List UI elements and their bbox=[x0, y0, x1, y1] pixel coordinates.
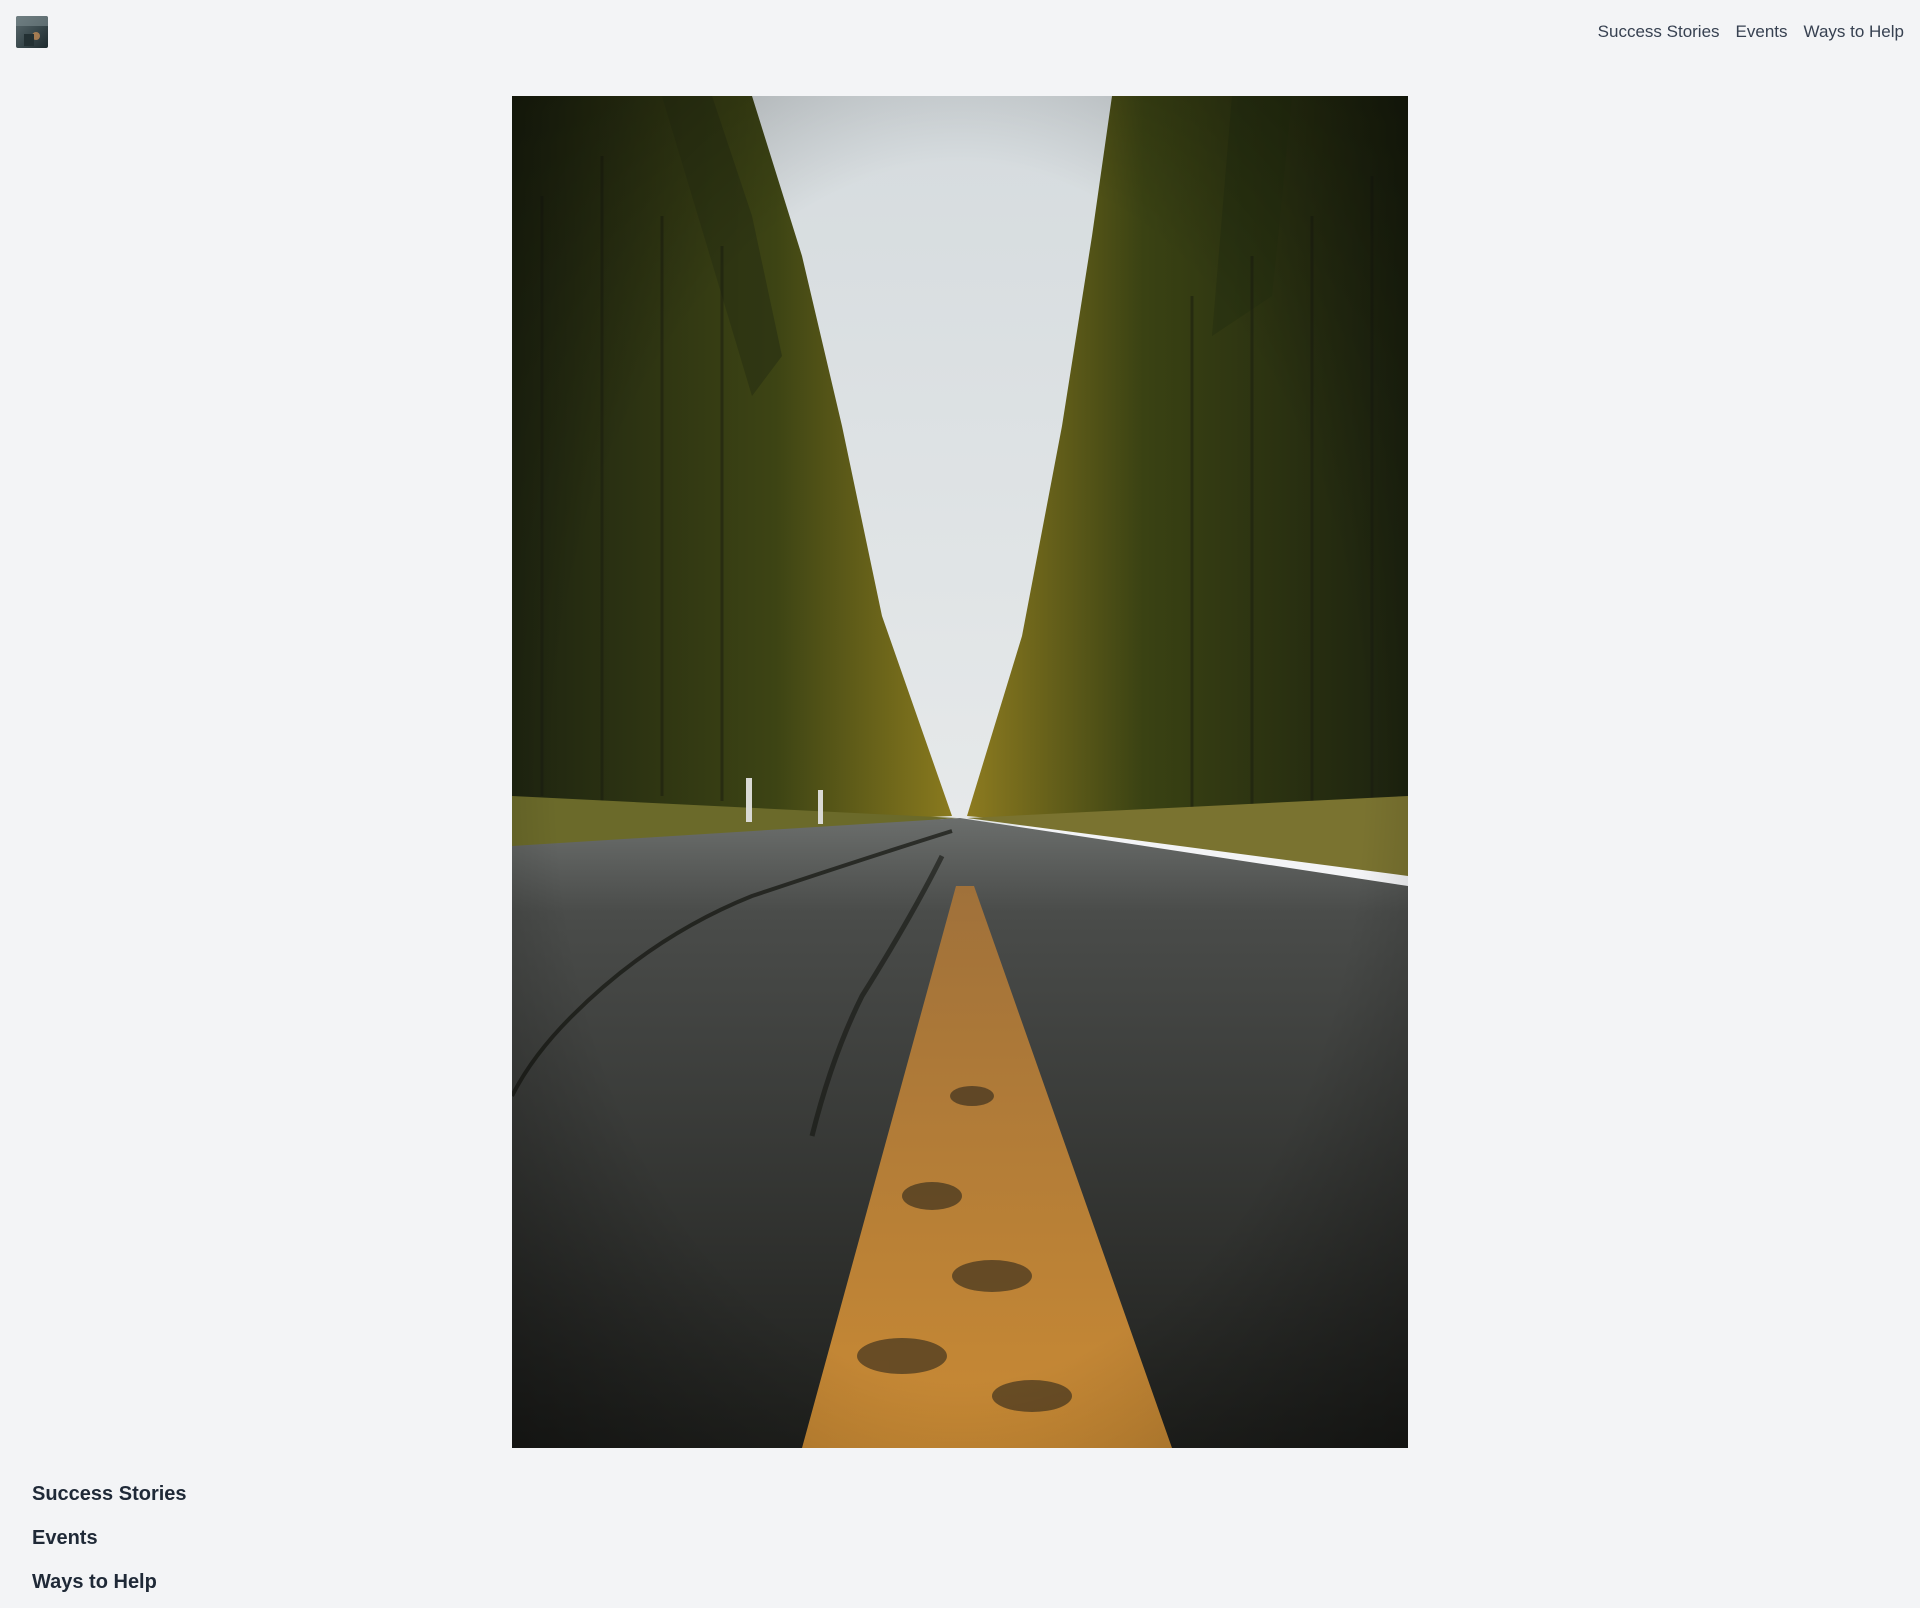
site-logo-icon[interactable] bbox=[16, 16, 48, 48]
section-heading-ways-to-help: Ways to Help bbox=[32, 1571, 157, 1593]
forest-road-photo bbox=[512, 96, 1408, 1448]
section-heading-events: Events bbox=[32, 1527, 98, 1549]
nav-link-events[interactable]: Events bbox=[1736, 22, 1788, 42]
main-nav: Success Stories Events Ways to Help bbox=[1598, 0, 1904, 64]
site-header: Success Stories Events Ways to Help bbox=[0, 0, 1920, 64]
section-heading-success-stories: Success Stories bbox=[32, 1483, 187, 1505]
nav-link-success-stories[interactable]: Success Stories bbox=[1598, 22, 1720, 42]
nav-link-ways-to-help[interactable]: Ways to Help bbox=[1804, 22, 1904, 42]
section-list: Success Stories Events Ways to Help bbox=[32, 1476, 187, 1608]
hero-image bbox=[512, 96, 1408, 1448]
